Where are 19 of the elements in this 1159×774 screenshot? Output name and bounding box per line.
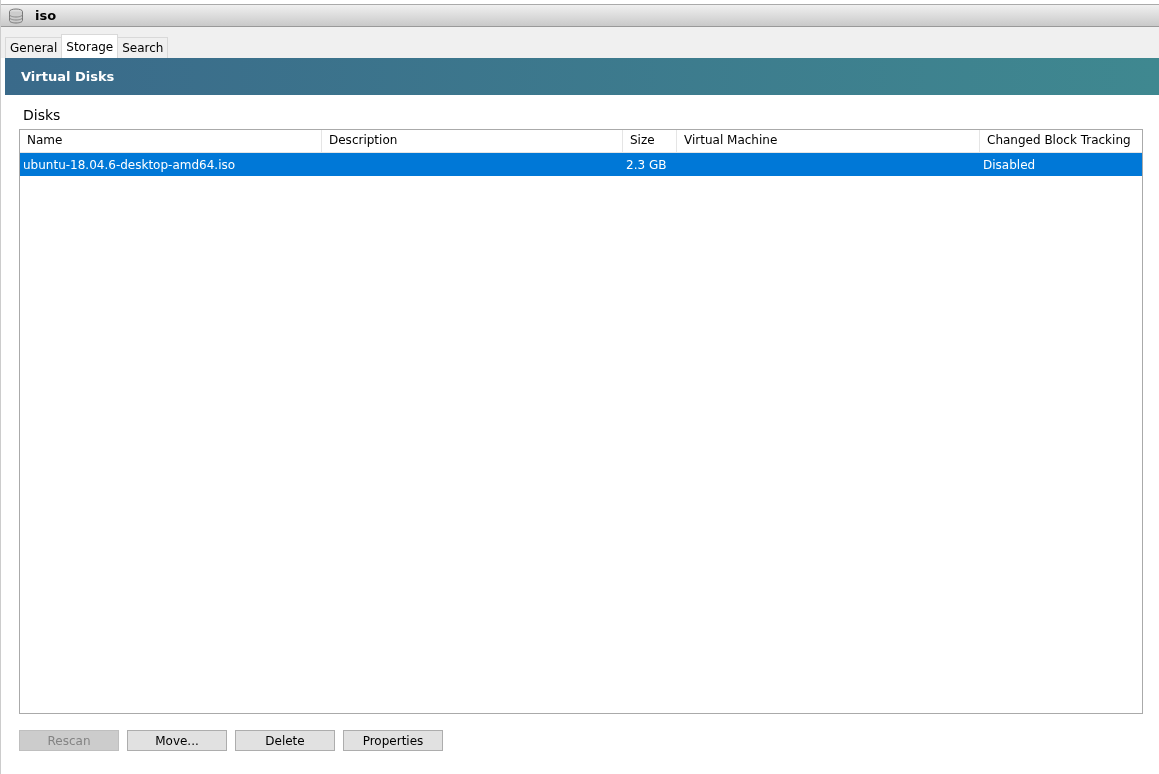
column-header[interactable]: Changed Block Tracking [980, 130, 1142, 152]
table-cell: Disabled [983, 157, 1036, 172]
column-header[interactable]: Name [20, 130, 322, 152]
section-heading: Disks [23, 107, 62, 125]
tab[interactable]: Storage [61, 34, 119, 58]
tab[interactable]: Search [117, 37, 169, 58]
action-button[interactable]: Delete [235, 730, 335, 751]
table-row[interactable]: ubuntu-18.04.6-desktop-amd64.iso 2.3 GB Disabled [20, 153, 1142, 176]
column-header[interactable]: Virtual Machine [677, 130, 980, 152]
table-cell: ubuntu-18.04.6-desktop-amd64.iso [23, 157, 236, 172]
column-header[interactable]: Size [623, 130, 677, 152]
action-button[interactable]: Move... [127, 730, 227, 751]
tab[interactable]: General [5, 37, 63, 58]
column-header[interactable]: Description [322, 130, 623, 152]
banner-title: Virtual Disks [21, 69, 115, 84]
window-title: iso [35, 8, 57, 23]
action-button[interactable]: Properties [343, 730, 443, 751]
disk-stack-icon [8, 7, 24, 24]
table-cell: 2.3 GB [626, 157, 667, 172]
